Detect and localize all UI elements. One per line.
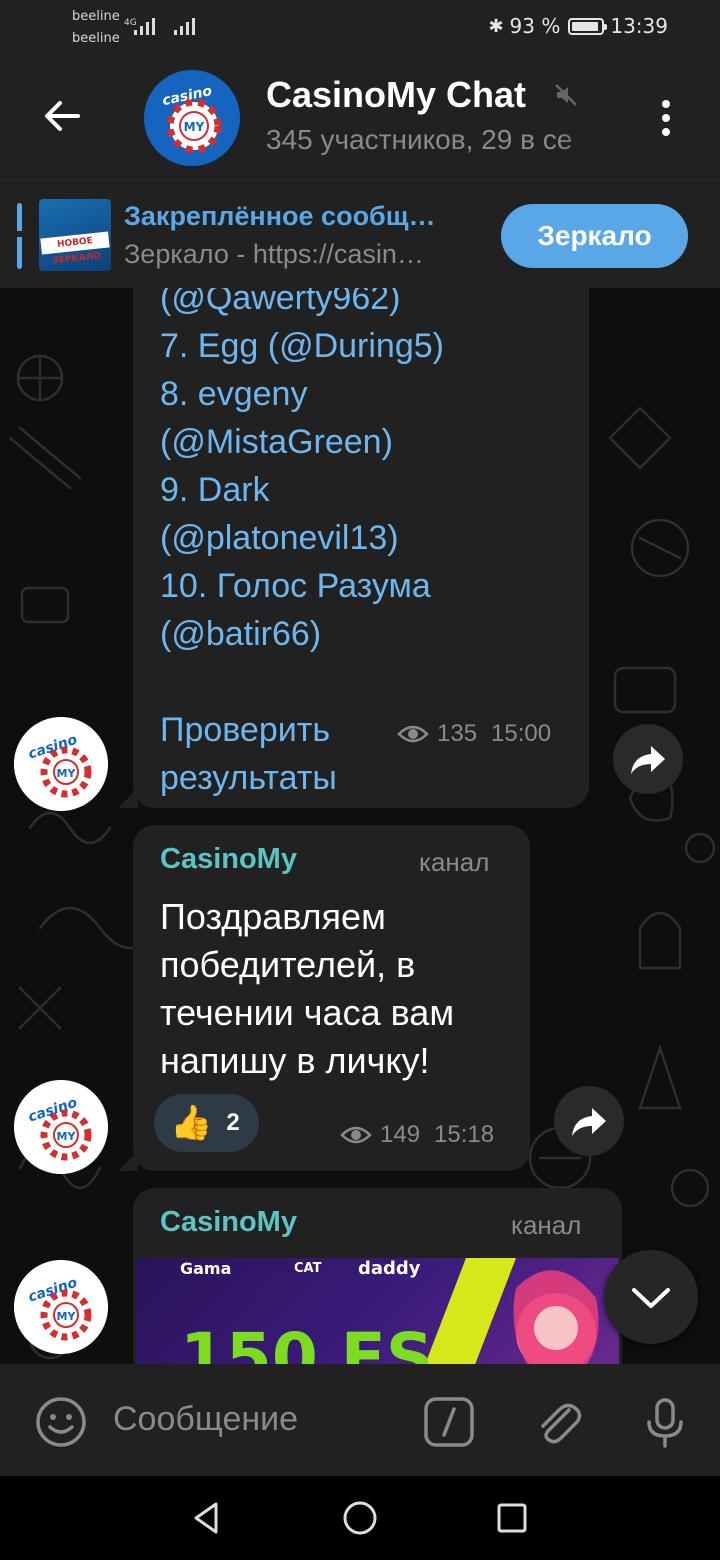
battery-icon xyxy=(568,17,608,35)
message-bubble[interactable]: CasinoMy канал Gama CAT daddy 150 FS xyxy=(133,1188,622,1364)
channel-badge: канал xyxy=(419,847,490,877)
back-arrow-icon[interactable] xyxy=(40,94,84,138)
carrier-name-2: beeline xyxy=(72,31,120,46)
promo-banner-art: Gama CAT daddy 150 FS xyxy=(180,1258,599,1364)
bot-commands-icon[interactable] xyxy=(421,1394,477,1450)
battery-percent: 93 % xyxy=(509,14,561,38)
message-bubble[interactable]: (@Qawerty962) 7. Egg (@During5) 8. evgen… xyxy=(133,288,589,808)
microphone-icon[interactable] xyxy=(637,1394,693,1450)
share-arrow-icon xyxy=(631,746,665,774)
message-input-bar: Сообщение xyxy=(0,1364,720,1476)
message-time: 15:18 xyxy=(434,1121,495,1148)
casino-logo-icon: MY casino xyxy=(14,717,108,811)
nav-home-icon[interactable] xyxy=(342,1500,378,1536)
chat-area[interactable]: (@Qawerty962) 7. Egg (@During5) 8. evgen… xyxy=(0,288,720,1364)
channel-badge: канал xyxy=(511,1210,582,1240)
casino-logo-icon: MY casino xyxy=(14,1260,108,1354)
pinned-thumbnail-label: НОВОЕ ЗЕРКАЛО xyxy=(40,231,110,266)
system-nav-bar xyxy=(0,1476,720,1560)
chat-avatar[interactable]: MY casino xyxy=(144,70,240,166)
svg-text:MY: MY xyxy=(184,120,205,134)
views-count: 149 xyxy=(380,1121,421,1148)
muted-icon xyxy=(555,84,577,106)
svg-text:MY: MY xyxy=(57,1310,77,1323)
banner-headline: 150 FS xyxy=(180,1319,433,1364)
mirror-button[interactable]: Зеркало xyxy=(501,204,688,268)
brand-gama: Gama xyxy=(180,1259,231,1278)
pinned-message-bar[interactable]: НОВОЕ ЗЕРКАЛО Закреплённое сообщ… Зеркал… xyxy=(0,180,720,288)
message-bubble[interactable]: CasinoMy канал Поздравляем победителей, … xyxy=(133,825,530,1171)
status-bar: beeline beeline 4G ✱ 93 % 13:39 xyxy=(0,0,720,56)
message-text: Поздравляем победителей, в течении часа … xyxy=(160,896,455,1081)
share-arrow-icon xyxy=(572,1108,606,1136)
promo-banner-image[interactable]: Gama CAT daddy 150 FS xyxy=(136,1258,619,1364)
chat-title[interactable]: CasinoMy Chat xyxy=(266,74,526,116)
sender-name[interactable]: CasinoMy xyxy=(160,843,297,876)
sender-avatar[interactable]: MY casino xyxy=(14,717,108,811)
message-meta: 149 15:18 xyxy=(340,1121,494,1149)
signal-icon xyxy=(134,18,155,35)
chevron-down-icon xyxy=(632,1288,670,1308)
chat-header: MY casino CasinoMy Chat 345 участников, … xyxy=(0,56,720,180)
svg-text:MY: MY xyxy=(57,1130,77,1143)
reaction-count: 2 xyxy=(226,1109,240,1136)
thumbs-up-icon: 👍 xyxy=(170,1104,213,1142)
paperclip-icon[interactable] xyxy=(531,1394,587,1450)
carrier-name-1: beeline xyxy=(72,9,120,24)
pinned-text: Зеркало - https://casin… xyxy=(124,239,424,269)
message-meta: 135 15:00 xyxy=(397,720,551,748)
emoji-icon[interactable] xyxy=(33,1394,89,1450)
views-eye-icon xyxy=(397,725,429,743)
forward-button[interactable] xyxy=(554,1086,624,1156)
bluetooth-icon: ✱ xyxy=(488,15,504,37)
scroll-down-button[interactable] xyxy=(604,1250,698,1344)
nav-back-icon[interactable] xyxy=(188,1500,224,1536)
message-time: 15:00 xyxy=(491,720,552,747)
sender-avatar[interactable]: MY casino xyxy=(14,1260,108,1354)
more-menu-icon[interactable] xyxy=(656,96,676,140)
casino-logo-icon: MY casino xyxy=(144,70,240,166)
svg-text:MY: MY xyxy=(57,767,77,780)
status-right: ✱ 93 % 13:39 xyxy=(488,14,668,38)
clock: 13:39 xyxy=(610,14,668,38)
forward-button[interactable] xyxy=(613,724,683,794)
pinned-indicator xyxy=(17,203,22,269)
signal-icon-2 xyxy=(174,18,195,35)
pinned-title: Закреплённое сообщ… xyxy=(124,201,436,231)
pinned-thumbnail: НОВОЕ ЗЕРКАЛО xyxy=(39,199,111,271)
views-eye-icon xyxy=(340,1126,372,1144)
chat-subtitle: 345 участников, 29 в се xyxy=(266,124,573,155)
casino-logo-icon: MY casino xyxy=(14,1080,108,1174)
views-count: 135 xyxy=(437,720,478,747)
nav-recents-icon[interactable] xyxy=(494,1500,530,1536)
brand-cat: CAT xyxy=(294,1261,322,1276)
message-input[interactable]: Сообщение xyxy=(113,1400,298,1439)
sender-name[interactable]: CasinoMy xyxy=(160,1206,297,1239)
brand-daddy: daddy xyxy=(358,1258,421,1279)
reaction-chip[interactable]: 👍 2 xyxy=(154,1094,259,1152)
sender-avatar[interactable]: MY casino xyxy=(14,1080,108,1174)
